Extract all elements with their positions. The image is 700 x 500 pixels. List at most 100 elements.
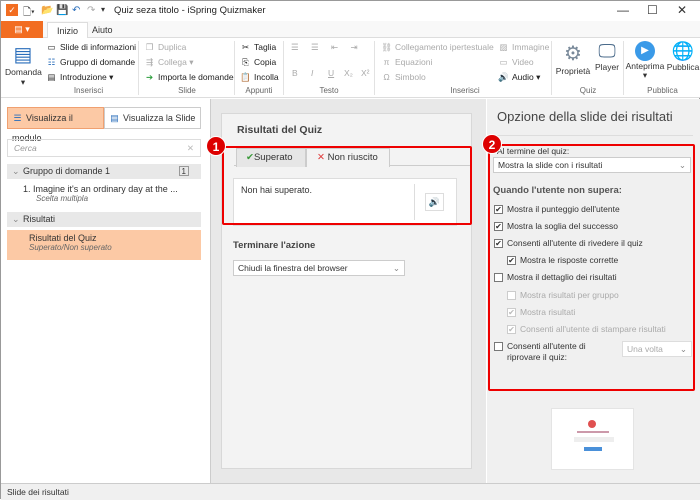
equazioni-button[interactable]: π Equazioni: [381, 57, 433, 67]
video-icon: ▭: [499, 57, 508, 67]
group-label-pubblica: Pubblica: [647, 86, 678, 95]
proprieta-label: Proprietà: [555, 66, 591, 76]
hyperlink-icon: ⛓: [381, 42, 392, 52]
paste-icon: 📋: [240, 72, 251, 82]
gear-icon: ⚙: [564, 43, 582, 65]
subscript-button[interactable]: X₂: [344, 68, 353, 78]
pi-icon: π: [383, 57, 390, 67]
question-item[interactable]: 1. Imagine it's an ordinary day at the .…: [23, 184, 178, 203]
superscript-button[interactable]: X²: [361, 68, 370, 78]
app-logo-icon: ✓: [6, 4, 18, 16]
simbolo-label: Simbolo: [395, 72, 426, 82]
slide-icon: ▭: [47, 42, 56, 52]
player-icon: 🖵: [598, 41, 616, 61]
video-label: Video: [512, 57, 534, 67]
video-button[interactable]: ▭ Video: [498, 57, 534, 68]
chevron-down-icon: ⌄: [392, 263, 400, 273]
minimize-button[interactable]: —: [617, 3, 629, 17]
end-action-value: Chiudi la finestra del browser: [238, 263, 348, 273]
copy-icon: ⎘: [242, 57, 249, 67]
slide-info-button[interactable]: ▭ Slide di informazioni: [46, 42, 136, 53]
import-icon: ➔: [145, 72, 154, 82]
intro-icon: ▤: [47, 72, 56, 82]
close-button[interactable]: ✕: [677, 3, 687, 17]
play-icon: ▶: [635, 41, 655, 61]
group-label: Gruppo di domande 1: [23, 166, 111, 176]
scissors-icon: ✂: [241, 42, 250, 52]
audio-button[interactable]: 🔊 Audio ▾: [498, 72, 540, 83]
duplica-button[interactable]: ❐ Duplica: [144, 42, 187, 53]
anteprima-button[interactable]: ▶ Anteprima ▾: [625, 41, 665, 79]
importa-label: Importa le domande: [158, 72, 234, 82]
undo-icon[interactable]: ↶: [72, 5, 80, 16]
divider: [138, 41, 139, 95]
count-badge: 1: [178, 166, 189, 176]
group-label-appunti: Appunti: [245, 86, 273, 95]
question-type: Scelta multipla: [36, 194, 89, 203]
maximize-button[interactable]: ☐: [647, 3, 658, 17]
clear-icon[interactable]: ✕: [187, 143, 194, 154]
search-placeholder: Cerca: [14, 143, 37, 153]
chevron-down-icon: ⌄: [12, 166, 20, 176]
immagine-button[interactable]: ▨ Immagine: [498, 42, 549, 53]
equazioni-label: Equazioni: [395, 57, 433, 67]
status-bar: Slide dei risultati: [1, 483, 700, 500]
group-label-inserisci-media: Inserisci: [450, 86, 480, 95]
group-row-risultati[interactable]: ⌄ Risultati: [7, 212, 201, 227]
domanda-button[interactable]: ▤ Domanda ▾: [5, 42, 42, 88]
introduzione-button[interactable]: ▤ Introduzione ▾: [46, 72, 113, 83]
link-slides-icon: ⇶: [145, 57, 154, 67]
customize-toolbar-icon[interactable]: ▾: [101, 5, 105, 14]
gruppo-domande-button[interactable]: ☷ Gruppo di domande: [46, 57, 135, 68]
pubblica-button[interactable]: 🌐 Pubblica: [666, 41, 700, 72]
divider: [493, 135, 693, 136]
taglia-button[interactable]: ✂ Taglia: [240, 42, 276, 53]
audio-label: Audio: [512, 72, 534, 82]
file-menu-button[interactable]: ▤ ▾: [1, 21, 43, 38]
taglia-label: Taglia: [254, 42, 277, 52]
annotation-box-2: [488, 144, 695, 391]
incolla-button[interactable]: 📋 Incolla: [240, 72, 278, 83]
copia-label: Copia: [254, 57, 277, 67]
duplica-label: Duplica: [158, 42, 187, 52]
underline-button[interactable]: U: [328, 68, 334, 78]
search-input[interactable]: Cerca ✕: [7, 139, 201, 157]
immagine-label: Immagine: [512, 42, 550, 52]
group-row-gruppo[interactable]: ⌄ Gruppo di domande 1 1: [7, 164, 201, 179]
tab-aiuto[interactable]: Aiuto: [83, 22, 122, 38]
group-label-inserisci: Inserisci: [73, 86, 104, 95]
view-form-button[interactable]: ☰ Visualizza il modulo: [7, 107, 104, 143]
tab-inizio[interactable]: Inizio: [47, 22, 89, 38]
panel-title: Opzione della slide dei risultati: [497, 109, 673, 124]
globe-upload-icon: 🌐: [671, 41, 695, 61]
bold-button[interactable]: B: [292, 68, 298, 78]
view-slide-button[interactable]: ▤ Visualizza la Slide: [104, 107, 201, 129]
annotation-badge-1: 1: [206, 136, 226, 156]
ribbon: ▤ Domanda ▾ ▭ Slide di informazioni ☷ Gruppo…: [1, 38, 700, 98]
results-title: Risultati del Quiz: [237, 124, 323, 136]
collega-label: Collega: [158, 57, 187, 67]
group-label-quiz: Quiz: [579, 86, 597, 95]
italic-button[interactable]: I: [311, 68, 313, 78]
open-folder-icon[interactable]: 📂: [41, 5, 53, 16]
chevron-down-icon: ⌄: [12, 214, 20, 224]
proprieta-button[interactable]: ⚙ Proprietà: [555, 41, 591, 76]
result-slide-item[interactable]: Risultati del Quiz Superato/Non superato: [7, 230, 201, 260]
player-label: Player: [594, 62, 620, 72]
end-action-select[interactable]: Chiudi la finestra del browser ⌄: [233, 260, 405, 276]
hyperlink-button[interactable]: ⛓ Collegamento ipertestuale: [381, 42, 494, 53]
thumb-text: [577, 431, 609, 433]
player-button[interactable]: 🖵 Player: [591, 41, 623, 72]
pubblica-label: Pubblica: [666, 62, 700, 72]
redo-icon[interactable]: ↷: [87, 5, 95, 16]
new-file-icon[interactable]: 🗋▾: [23, 5, 35, 22]
collega-button[interactable]: ⇶ Collega ▾: [144, 57, 194, 68]
copia-button[interactable]: ⎘ Copia: [240, 57, 276, 68]
title-bar: ✓ 🗋▾ 📂 💾 ↶ ↷ ▾ Quiz seza titolo - iSprin…: [1, 1, 700, 21]
importa-button[interactable]: ➔ Importa le domande: [144, 72, 234, 83]
list-buttons[interactable]: ☰ ☰ ⇤ ⇥: [291, 42, 363, 53]
speaker-icon: 🔊: [498, 72, 509, 82]
save-icon[interactable]: 💾: [56, 5, 68, 16]
simbolo-button[interactable]: Ω Simbolo: [381, 72, 426, 82]
slide-thumbnail[interactable]: [551, 408, 634, 470]
